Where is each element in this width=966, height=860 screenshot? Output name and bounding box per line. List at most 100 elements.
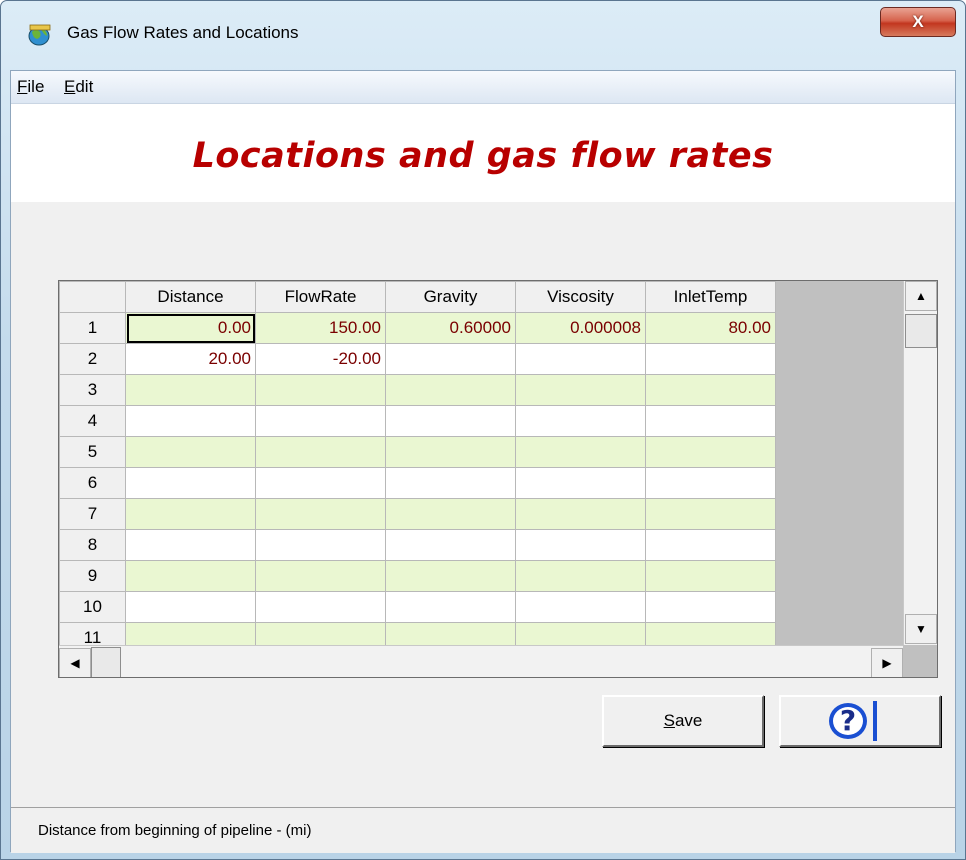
app-globe-icon bbox=[28, 24, 51, 46]
cell-gravity[interactable]: 0.60000 bbox=[385, 312, 516, 344]
column-header-gravity[interactable]: Gravity bbox=[385, 281, 516, 313]
row-header[interactable]: 5 bbox=[59, 436, 126, 468]
cell-gravity[interactable] bbox=[385, 529, 516, 561]
cell-viscosity[interactable] bbox=[515, 591, 646, 623]
row-header[interactable]: 9 bbox=[59, 560, 126, 592]
row-header[interactable]: 6 bbox=[59, 467, 126, 499]
cell-viscosity[interactable] bbox=[515, 467, 646, 499]
menu-edit-accel: E bbox=[64, 77, 76, 96]
table-row: 8 bbox=[59, 529, 776, 561]
table-row: 7 bbox=[59, 498, 776, 530]
cell-viscosity[interactable] bbox=[515, 498, 646, 530]
cell-viscosity[interactable] bbox=[515, 343, 646, 375]
scroll-left-icon[interactable]: ◀ bbox=[59, 648, 91, 677]
save-accel: S bbox=[663, 711, 675, 730]
cell-distance[interactable] bbox=[125, 529, 256, 561]
cell-flowrate[interactable] bbox=[255, 374, 386, 406]
cell-distance[interactable] bbox=[125, 591, 256, 623]
menu-edit-rest: dit bbox=[75, 77, 94, 96]
cell-inlettemp[interactable] bbox=[645, 498, 776, 530]
close-button[interactable]: X bbox=[880, 7, 956, 37]
help-button[interactable]: ? bbox=[779, 695, 941, 747]
grid-table: Distance FlowRate Gravity Viscosity Inle… bbox=[59, 281, 776, 654]
cell-flowrate[interactable] bbox=[255, 436, 386, 468]
vertical-scroll-thumb[interactable] bbox=[905, 314, 937, 348]
save-label-rest: ave bbox=[674, 711, 703, 730]
cell-inlettemp[interactable] bbox=[645, 529, 776, 561]
data-grid[interactable]: Distance FlowRate Gravity Viscosity Inle… bbox=[58, 280, 938, 678]
cell-inlettemp[interactable] bbox=[645, 467, 776, 499]
table-row: 9 bbox=[59, 560, 776, 592]
menu-file-rest: ile bbox=[27, 77, 45, 96]
cell-inlettemp[interactable] bbox=[645, 591, 776, 623]
cell-flowrate[interactable] bbox=[255, 467, 386, 499]
cell-viscosity[interactable] bbox=[515, 374, 646, 406]
cell-distance[interactable]: 20.00 bbox=[125, 343, 256, 375]
cell-inlettemp[interactable] bbox=[645, 343, 776, 375]
row-header[interactable]: 4 bbox=[59, 405, 126, 437]
help-question-icon: ? bbox=[829, 703, 867, 739]
table-row: 5 bbox=[59, 436, 776, 468]
menu-file-accel: F bbox=[17, 77, 28, 96]
cell-flowrate[interactable] bbox=[255, 591, 386, 623]
vertical-scrollbar[interactable]: ▲ ▼ bbox=[903, 281, 937, 645]
cell-distance[interactable] bbox=[125, 498, 256, 530]
row-header[interactable]: 3 bbox=[59, 374, 126, 406]
cell-inlettemp[interactable] bbox=[645, 374, 776, 406]
row-header[interactable]: 1 bbox=[59, 312, 126, 344]
cell-inlettemp[interactable] bbox=[645, 560, 776, 592]
cell-distance[interactable]: 0.00 bbox=[125, 312, 256, 344]
cell-gravity[interactable] bbox=[385, 467, 516, 499]
column-header-inlettemp[interactable]: InletTemp bbox=[645, 281, 776, 313]
cell-distance[interactable] bbox=[125, 405, 256, 437]
cell-gravity[interactable] bbox=[385, 560, 516, 592]
cell-flowrate[interactable] bbox=[255, 498, 386, 530]
cell-gravity[interactable] bbox=[385, 405, 516, 437]
column-header-distance[interactable]: Distance bbox=[125, 281, 256, 313]
row-header[interactable]: 7 bbox=[59, 498, 126, 530]
cell-viscosity[interactable] bbox=[515, 436, 646, 468]
column-header-flowrate[interactable]: FlowRate bbox=[255, 281, 386, 313]
close-icon: X bbox=[912, 12, 924, 31]
scroll-right-icon[interactable]: ▶ bbox=[871, 648, 903, 677]
cell-gravity[interactable] bbox=[385, 436, 516, 468]
table-row: 6 bbox=[59, 467, 776, 499]
cell-inlettemp[interactable] bbox=[645, 405, 776, 437]
cell-flowrate[interactable] bbox=[255, 405, 386, 437]
cell-gravity[interactable] bbox=[385, 343, 516, 375]
cell-viscosity[interactable]: 0.000008 bbox=[515, 312, 646, 344]
scroll-up-icon[interactable]: ▲ bbox=[905, 281, 937, 311]
cell-distance[interactable] bbox=[125, 436, 256, 468]
help-bar-icon bbox=[873, 701, 877, 741]
cell-viscosity[interactable] bbox=[515, 529, 646, 561]
horizontal-scrollbar[interactable]: ◀ ▶ bbox=[59, 645, 903, 677]
cell-flowrate[interactable]: 150.00 bbox=[255, 312, 386, 344]
cell-distance[interactable] bbox=[125, 374, 256, 406]
horizontal-scroll-thumb[interactable] bbox=[91, 647, 121, 677]
table-row: 4 bbox=[59, 405, 776, 437]
cell-distance[interactable] bbox=[125, 560, 256, 592]
row-header[interactable]: 8 bbox=[59, 529, 126, 561]
cell-flowrate[interactable]: -20.00 bbox=[255, 343, 386, 375]
column-header-viscosity[interactable]: Viscosity bbox=[515, 281, 646, 313]
menu-edit[interactable]: Edit bbox=[62, 75, 95, 99]
cell-viscosity[interactable] bbox=[515, 405, 646, 437]
grid-corner[interactable] bbox=[59, 281, 126, 313]
cell-distance[interactable] bbox=[125, 467, 256, 499]
cell-gravity[interactable] bbox=[385, 591, 516, 623]
cell-inlettemp[interactable]: 80.00 bbox=[645, 312, 776, 344]
save-button[interactable]: Save bbox=[602, 695, 764, 747]
client-area: File Edit Locations and gas flow rates D… bbox=[10, 70, 956, 853]
scroll-down-icon[interactable]: ▼ bbox=[905, 614, 937, 644]
cell-viscosity[interactable] bbox=[515, 560, 646, 592]
cell-gravity[interactable] bbox=[385, 498, 516, 530]
status-bar: Distance from beginning of pipeline - (m… bbox=[11, 807, 955, 853]
status-text: Distance from beginning of pipeline - (m… bbox=[38, 822, 312, 839]
menu-file[interactable]: File bbox=[15, 75, 46, 99]
row-header[interactable]: 10 bbox=[59, 591, 126, 623]
cell-flowrate[interactable] bbox=[255, 529, 386, 561]
row-header[interactable]: 2 bbox=[59, 343, 126, 375]
cell-inlettemp[interactable] bbox=[645, 436, 776, 468]
cell-gravity[interactable] bbox=[385, 374, 516, 406]
cell-flowrate[interactable] bbox=[255, 560, 386, 592]
